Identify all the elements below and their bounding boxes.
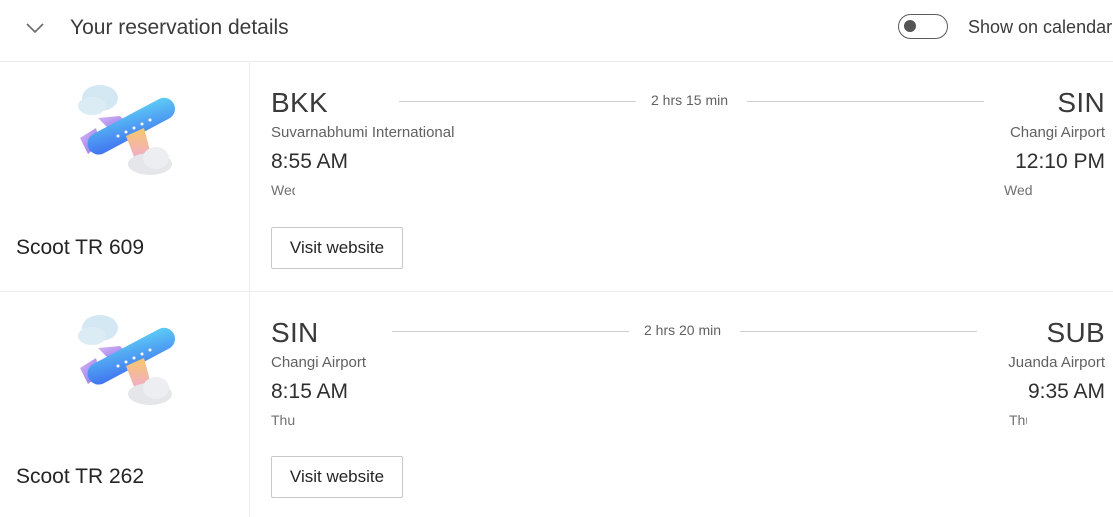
- route-line: [747, 101, 984, 102]
- visit-website-button[interactable]: Visit website: [271, 227, 403, 269]
- destination-code: SUB: [1046, 317, 1105, 348]
- flight-duration: 2 hrs 15 min: [651, 92, 729, 108]
- show-on-calendar-label: Show on calendar: [968, 17, 1113, 37]
- toggle-knob: [904, 20, 916, 32]
- origin-code: SIN: [271, 317, 319, 348]
- flight-card: Scoot TR 262 SIN 2 hrs 20 min SUB Changi…: [0, 292, 1113, 517]
- route-line: [392, 331, 629, 332]
- destination-code: SIN: [1057, 87, 1105, 118]
- airplane-icon: [78, 85, 175, 175]
- reservation-header: Your reservation details Show on calenda…: [0, 0, 1113, 62]
- airplane-icon: [78, 315, 175, 405]
- origin-airport: Suvarnabhumi International: [271, 124, 455, 141]
- origin-airport: Changi Airport: [271, 354, 367, 371]
- flight-duration: 2 hrs 20 min: [644, 322, 722, 338]
- route-line: [399, 101, 636, 102]
- chevron-down-icon[interactable]: [24, 18, 46, 38]
- carrier-flight-number: Scoot TR 609: [16, 236, 145, 259]
- page-title: Your reservation details: [70, 16, 289, 39]
- departure-day: Thu: [271, 412, 296, 428]
- destination-airport: Changi Airport: [1009, 124, 1105, 141]
- arrival-day: Wed: [1004, 182, 1032, 198]
- origin-code: BKK: [271, 87, 328, 118]
- carrier-column: Scoot TR 262: [0, 292, 250, 517]
- arrival-day: Thu: [1009, 412, 1027, 428]
- carrier-flight-number: Scoot TR 262: [16, 465, 145, 488]
- arrival-time: 9:35 AM: [1027, 380, 1105, 403]
- visit-website-button[interactable]: Visit website: [271, 456, 403, 498]
- flight-card: Scoot TR 609 BKK 2 hrs 15 min SIN Suvarn…: [0, 62, 1113, 292]
- departure-day: Wed: [271, 182, 295, 198]
- arrival-time: 12:10 PM: [1015, 150, 1105, 173]
- departure-time: 8:55 AM: [271, 150, 349, 173]
- carrier-column: Scoot TR 609: [0, 62, 250, 291]
- departure-time: 8:15 AM: [271, 380, 349, 403]
- show-on-calendar-toggle[interactable]: [898, 14, 948, 39]
- route-line: [740, 331, 977, 332]
- destination-airport: Juanda Airport: [1008, 354, 1105, 371]
